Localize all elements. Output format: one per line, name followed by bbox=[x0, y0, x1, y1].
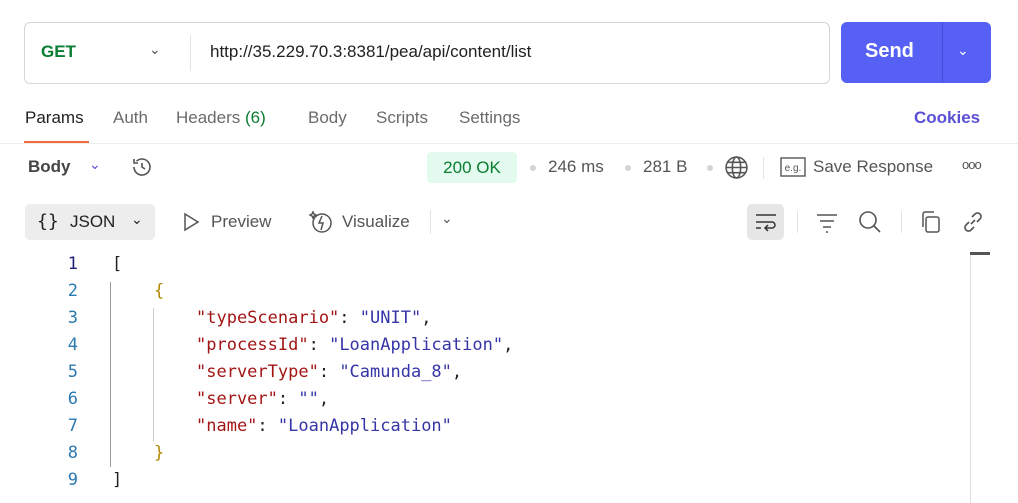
code-token-brk: ] bbox=[112, 470, 123, 490]
code-token-key: "typeScenario" bbox=[196, 308, 340, 328]
code-line: "typeScenario": "UNIT", bbox=[196, 308, 431, 328]
url-input[interactable]: http://35.229.70.3:8381/pea/api/content/… bbox=[210, 42, 531, 62]
line-number: 2 bbox=[67, 281, 78, 301]
tab-settings[interactable]: Settings bbox=[459, 108, 520, 128]
response-size[interactable]: 281 B bbox=[643, 157, 687, 177]
code-token-key: "name" bbox=[196, 416, 258, 436]
response-body-select[interactable]: Body bbox=[28, 157, 71, 177]
code-token-pun: , bbox=[451, 362, 463, 382]
play-icon[interactable] bbox=[182, 212, 200, 232]
separator-dot bbox=[707, 165, 713, 171]
line-number: 6 bbox=[67, 389, 78, 409]
code-line: { bbox=[154, 281, 164, 301]
format-select[interactable]: {} JSON ⌄ bbox=[25, 204, 155, 240]
code-line: } bbox=[154, 443, 164, 463]
line-number: 4 bbox=[67, 335, 78, 355]
headers-count: (6) bbox=[245, 108, 266, 127]
line-number: 9 bbox=[67, 470, 78, 490]
chevron-down-icon[interactable]: ⌄ bbox=[89, 156, 101, 173]
code-token-str: "UNIT" bbox=[359, 308, 422, 328]
code-token-str: "LoanApplication" bbox=[329, 335, 504, 355]
code-token-pun: : bbox=[339, 308, 360, 328]
line-number: 8 bbox=[67, 443, 78, 463]
indent-guide bbox=[110, 282, 111, 467]
visualize-button[interactable]: Visualize bbox=[342, 212, 410, 232]
tab-headers[interactable]: Headers (6) bbox=[176, 108, 266, 128]
search-icon[interactable] bbox=[857, 209, 883, 235]
send-button[interactable]: Send ⌄ bbox=[841, 22, 991, 83]
code-token-brace: { bbox=[154, 281, 165, 301]
send-label: Send bbox=[865, 40, 914, 62]
code-token-pun: : bbox=[257, 416, 278, 436]
chevron-down-icon: ⌄ bbox=[131, 211, 143, 227]
svg-text:e.g.: e.g. bbox=[785, 163, 802, 174]
divider bbox=[190, 35, 191, 71]
separator-dot bbox=[530, 165, 536, 171]
scrollbar-track[interactable] bbox=[970, 255, 971, 503]
wrap-lines-button[interactable] bbox=[747, 204, 784, 240]
code-token-str: "LoanApplication" bbox=[277, 416, 452, 436]
scrollbar-thumb[interactable] bbox=[970, 252, 990, 255]
link-icon[interactable] bbox=[960, 209, 986, 235]
tab-auth[interactable]: Auth bbox=[113, 108, 148, 128]
status-badge[interactable]: 200 OK bbox=[427, 152, 517, 183]
line-number: 1 bbox=[67, 254, 78, 274]
cookies-link[interactable]: Cookies bbox=[914, 108, 980, 128]
braces-icon: {} bbox=[37, 211, 59, 232]
code-token-key: "processId" bbox=[196, 335, 309, 355]
more-options-icon[interactable]: ooo bbox=[962, 157, 982, 172]
preview-button[interactable]: Preview bbox=[211, 212, 271, 232]
tab-body[interactable]: Body bbox=[308, 108, 347, 128]
code-token-brace: } bbox=[154, 443, 165, 463]
divider bbox=[430, 210, 431, 234]
code-token-key: "serverType" bbox=[196, 362, 319, 382]
copy-icon[interactable] bbox=[918, 209, 944, 235]
response-time[interactable]: 246 ms bbox=[548, 157, 604, 177]
code-token-pun: : bbox=[318, 362, 340, 382]
code-token-key: "server" bbox=[196, 389, 278, 409]
tab-headers-label: Headers bbox=[176, 108, 241, 127]
code-line: [ bbox=[112, 254, 122, 274]
code-line: ] bbox=[112, 470, 122, 490]
code-token-pun: : bbox=[277, 389, 299, 409]
filter-icon[interactable] bbox=[815, 211, 839, 233]
save-response-icon[interactable]: e.g. bbox=[780, 157, 806, 177]
code-line: "serverType": "Camunda_8", bbox=[196, 362, 462, 382]
visualize-options-chevron-icon[interactable]: ⌄ bbox=[441, 210, 453, 227]
code-line: "name": "LoanApplication" bbox=[196, 416, 452, 436]
code-token-pun: , bbox=[318, 389, 330, 409]
divider bbox=[942, 22, 943, 83]
indent-guide bbox=[153, 308, 154, 441]
line-number: 5 bbox=[67, 362, 78, 382]
wrap-icon bbox=[756, 214, 776, 232]
format-label: JSON bbox=[70, 212, 116, 231]
line-number: 7 bbox=[67, 416, 78, 436]
visualize-icon[interactable] bbox=[309, 210, 333, 234]
globe-icon[interactable] bbox=[724, 155, 749, 180]
request-url-bar: GET ⌄ http://35.229.70.3:8381/pea/api/co… bbox=[24, 22, 830, 84]
divider bbox=[763, 157, 764, 179]
tab-scripts[interactable]: Scripts bbox=[376, 108, 428, 128]
line-number: 3 bbox=[67, 308, 78, 328]
send-options-chevron-icon[interactable]: ⌄ bbox=[957, 42, 969, 59]
tab-params[interactable]: Params bbox=[25, 108, 84, 128]
code-line: "processId": "LoanApplication", bbox=[196, 335, 513, 355]
code-token-brk: [ bbox=[112, 254, 123, 274]
history-icon[interactable] bbox=[130, 155, 154, 179]
chevron-down-icon[interactable]: ⌄ bbox=[149, 41, 161, 58]
divider bbox=[0, 143, 1018, 144]
separator-dot bbox=[625, 165, 631, 171]
code-token-pun: : bbox=[308, 335, 330, 355]
save-response-button[interactable]: Save Response bbox=[813, 157, 933, 177]
divider bbox=[901, 211, 902, 233]
code-token-str: "" bbox=[298, 389, 319, 409]
method-select[interactable]: GET bbox=[41, 42, 76, 62]
code-token-str: "Camunda_8" bbox=[339, 362, 452, 382]
code-line: "server": "", bbox=[196, 389, 329, 409]
code-token-pun: , bbox=[503, 335, 514, 355]
divider bbox=[797, 211, 798, 233]
code-token-pun: , bbox=[421, 308, 432, 328]
